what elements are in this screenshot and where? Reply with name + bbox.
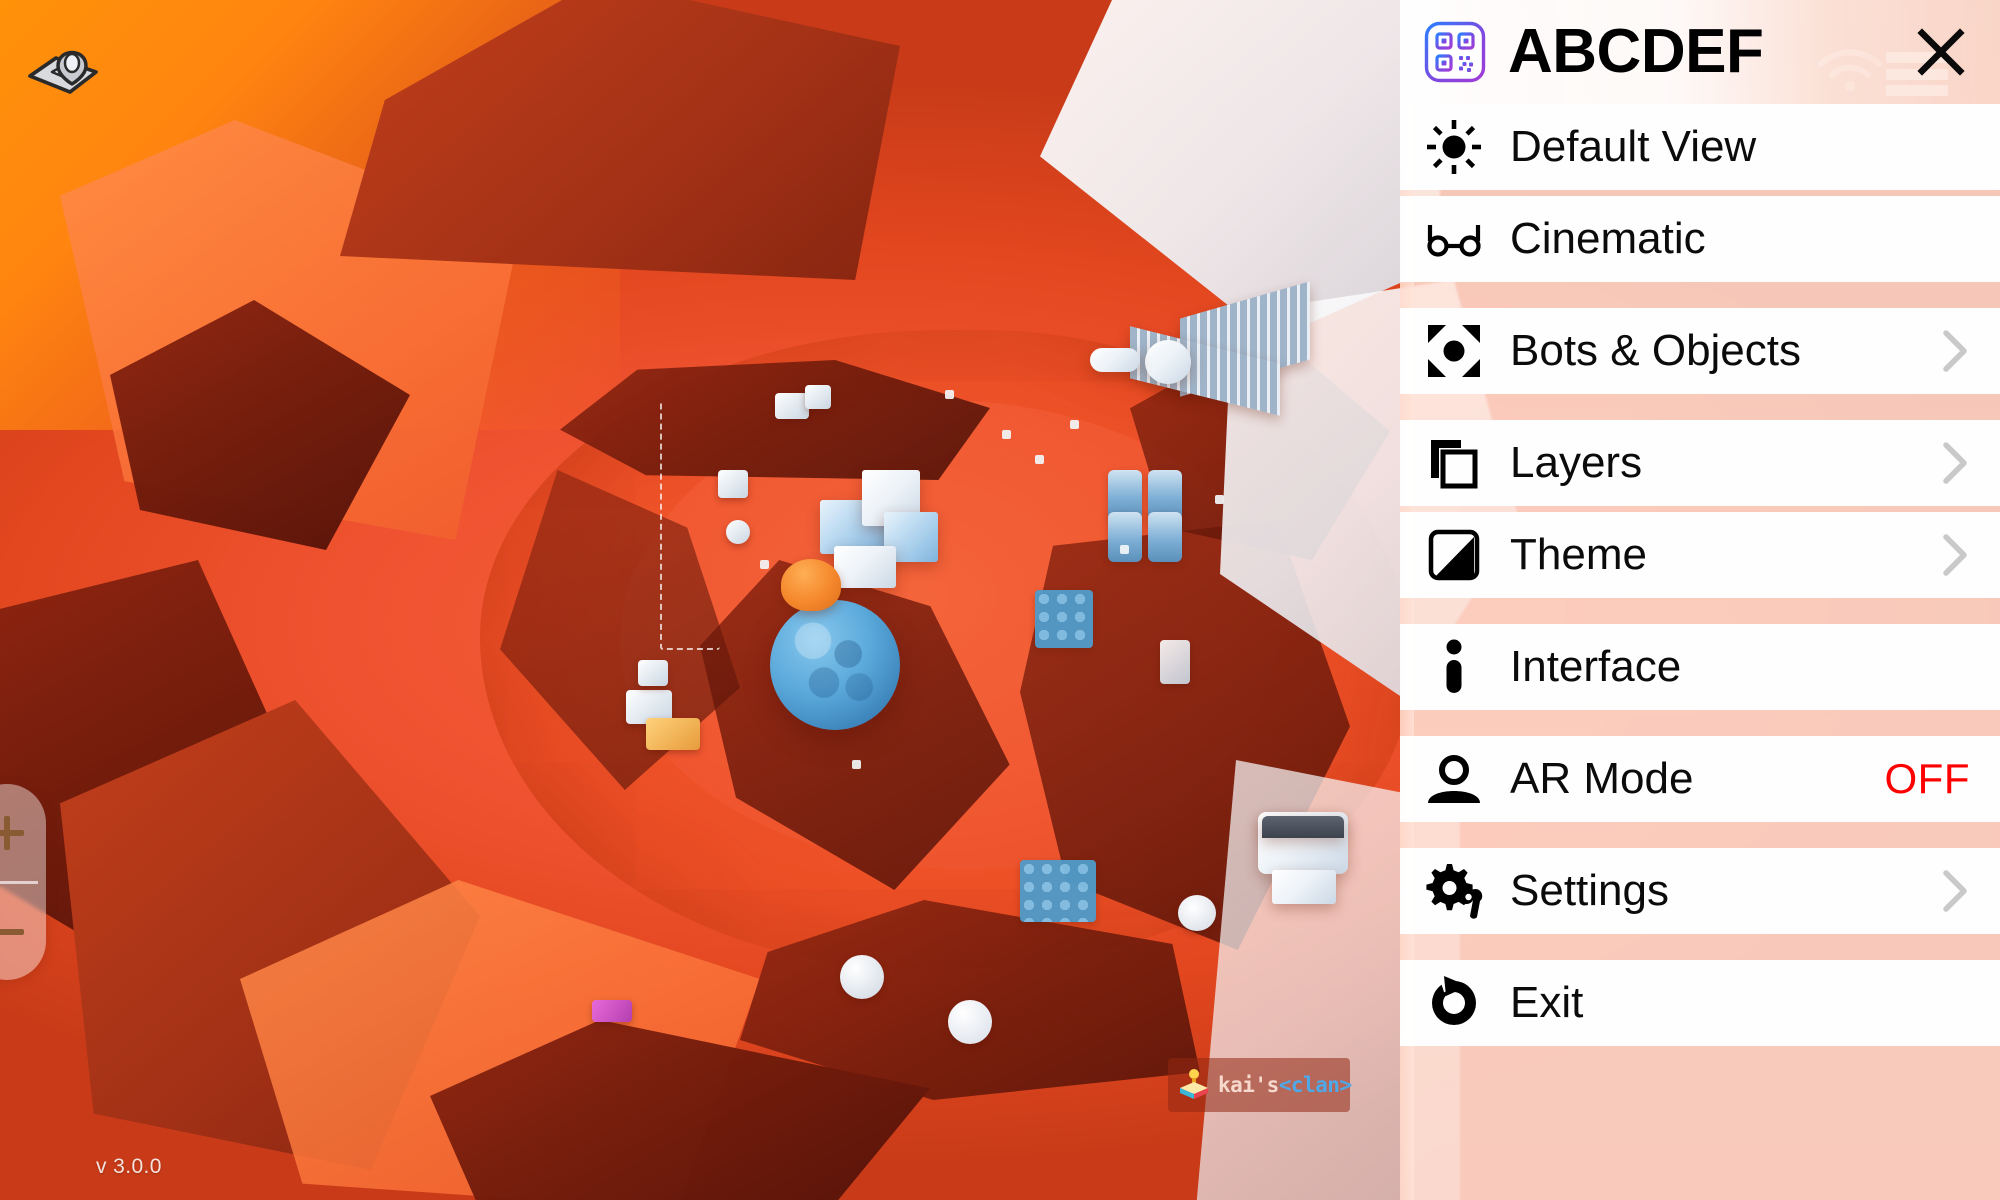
app-root: v 3.0.0 kai's<clan> ABCDEF Default View … bbox=[0, 0, 2000, 1200]
menu-item-layers[interactable]: Layers bbox=[1400, 420, 2000, 506]
menu-item-exit[interactable]: Exit bbox=[1400, 960, 2000, 1046]
menu-item-label: Bots & Objects bbox=[1510, 326, 1802, 375]
module bbox=[834, 546, 896, 588]
close-icon[interactable] bbox=[1910, 21, 1972, 83]
group-divider bbox=[1400, 716, 2000, 730]
bot bbox=[718, 470, 748, 498]
sphere-rover bbox=[770, 600, 900, 730]
sun-icon bbox=[1422, 115, 1486, 179]
info-icon bbox=[1422, 635, 1486, 699]
watermark-badge: kai's<clan> bbox=[1168, 1058, 1352, 1112]
bot bbox=[1160, 640, 1190, 684]
group-divider bbox=[1400, 940, 2000, 954]
watermark-clan: clan bbox=[1290, 1073, 1340, 1097]
glasses-icon bbox=[1422, 207, 1486, 271]
zoom-out-button[interactable] bbox=[0, 883, 46, 980]
debris bbox=[1035, 455, 1044, 464]
layers-copy-icon bbox=[1422, 431, 1486, 495]
gear-wrench-icon bbox=[1422, 859, 1486, 923]
watermark-name: kai's bbox=[1218, 1073, 1279, 1097]
menu-list: Default View Cinematic Bots & Objects La… bbox=[1400, 104, 2000, 1046]
debris bbox=[1002, 430, 1011, 439]
menu-item-theme[interactable]: Theme bbox=[1400, 512, 2000, 598]
theme-contrast-icon bbox=[1422, 523, 1486, 587]
plus-icon bbox=[0, 815, 24, 850]
storage-tank bbox=[1108, 512, 1142, 562]
debris bbox=[852, 760, 861, 769]
reload-arrow-icon bbox=[1422, 971, 1486, 1035]
group-divider bbox=[1400, 828, 2000, 842]
panel-title: ABCDEF bbox=[1508, 17, 1764, 86]
menu-item-label: Interface bbox=[1510, 642, 1682, 691]
version-label: v 3.0.0 bbox=[96, 1155, 162, 1178]
chevron-right-icon bbox=[1940, 532, 1970, 578]
ar-mode-status-badge[interactable]: OFF bbox=[1885, 758, 1970, 800]
group-divider bbox=[1400, 288, 2000, 302]
hex-platform bbox=[1035, 590, 1093, 648]
storage-tank bbox=[1148, 512, 1182, 562]
settings-menu-panel: ABCDEF Default View Cinematic Bots & Obj… bbox=[1400, 0, 2000, 1200]
ice-field bbox=[1040, 0, 1440, 340]
chevron-right-icon bbox=[1940, 440, 1970, 486]
sphere-bot bbox=[840, 955, 884, 999]
pink-marker bbox=[592, 1000, 632, 1022]
menu-item-label: Exit bbox=[1510, 978, 1584, 1027]
menu-item-settings[interactable]: Settings bbox=[1400, 848, 2000, 934]
zoom-in-button[interactable] bbox=[0, 784, 46, 881]
menu-item-bots-objects[interactable]: Bots & Objects bbox=[1400, 308, 2000, 394]
chevron-right-icon bbox=[1940, 868, 1970, 914]
menu-item-label: Theme bbox=[1510, 530, 1647, 579]
debris bbox=[1070, 420, 1079, 429]
debris bbox=[1120, 545, 1129, 554]
menu-item-default-view[interactable]: Default View bbox=[1400, 104, 2000, 190]
watermark-bracket-right: > bbox=[1339, 1073, 1352, 1097]
minus-icon bbox=[0, 915, 24, 949]
sphere-bot bbox=[948, 1000, 992, 1044]
menu-item-cinematic[interactable]: Cinematic bbox=[1400, 196, 2000, 282]
bot bbox=[775, 393, 809, 419]
bot bbox=[638, 660, 668, 686]
rover-base bbox=[1272, 870, 1336, 904]
bot bbox=[726, 520, 750, 544]
clan-cube-logo bbox=[1178, 1068, 1210, 1102]
path-guide bbox=[660, 400, 720, 650]
rover-window bbox=[1262, 816, 1344, 838]
debris bbox=[1215, 495, 1224, 504]
hex-platform bbox=[1020, 860, 1096, 922]
orange-dome bbox=[781, 559, 841, 611]
menu-item-label: Settings bbox=[1510, 866, 1669, 915]
focus-target-icon bbox=[1422, 319, 1486, 383]
habitat-dome bbox=[1145, 340, 1191, 384]
module bbox=[1090, 348, 1140, 372]
zoom-control[interactable] bbox=[0, 784, 46, 980]
menu-item-interface[interactable]: Interface bbox=[1400, 624, 2000, 710]
panel-header: ABCDEF bbox=[1400, 0, 2000, 104]
watermark-text: kai's<clan> bbox=[1218, 1073, 1352, 1097]
menu-item-label: AR Mode bbox=[1510, 754, 1694, 803]
menu-item-ar-mode[interactable]: AR Mode OFF bbox=[1400, 736, 2000, 822]
gear-prop bbox=[1178, 895, 1216, 931]
menu-item-label: Cinematic bbox=[1510, 214, 1706, 263]
group-divider bbox=[1400, 604, 2000, 618]
debris bbox=[760, 560, 769, 569]
watermark-bracket-left: < bbox=[1278, 1073, 1292, 1097]
menu-item-label: Default View bbox=[1510, 122, 1757, 171]
person-icon bbox=[1422, 747, 1486, 811]
bot bbox=[805, 385, 831, 409]
chevron-right-icon bbox=[1940, 328, 1970, 374]
qr-code-icon bbox=[1424, 21, 1486, 83]
bot bbox=[646, 718, 700, 750]
debris bbox=[945, 390, 954, 399]
group-divider bbox=[1400, 400, 2000, 414]
menu-item-label: Layers bbox=[1510, 438, 1643, 487]
map-pin-icon[interactable] bbox=[22, 28, 104, 100]
